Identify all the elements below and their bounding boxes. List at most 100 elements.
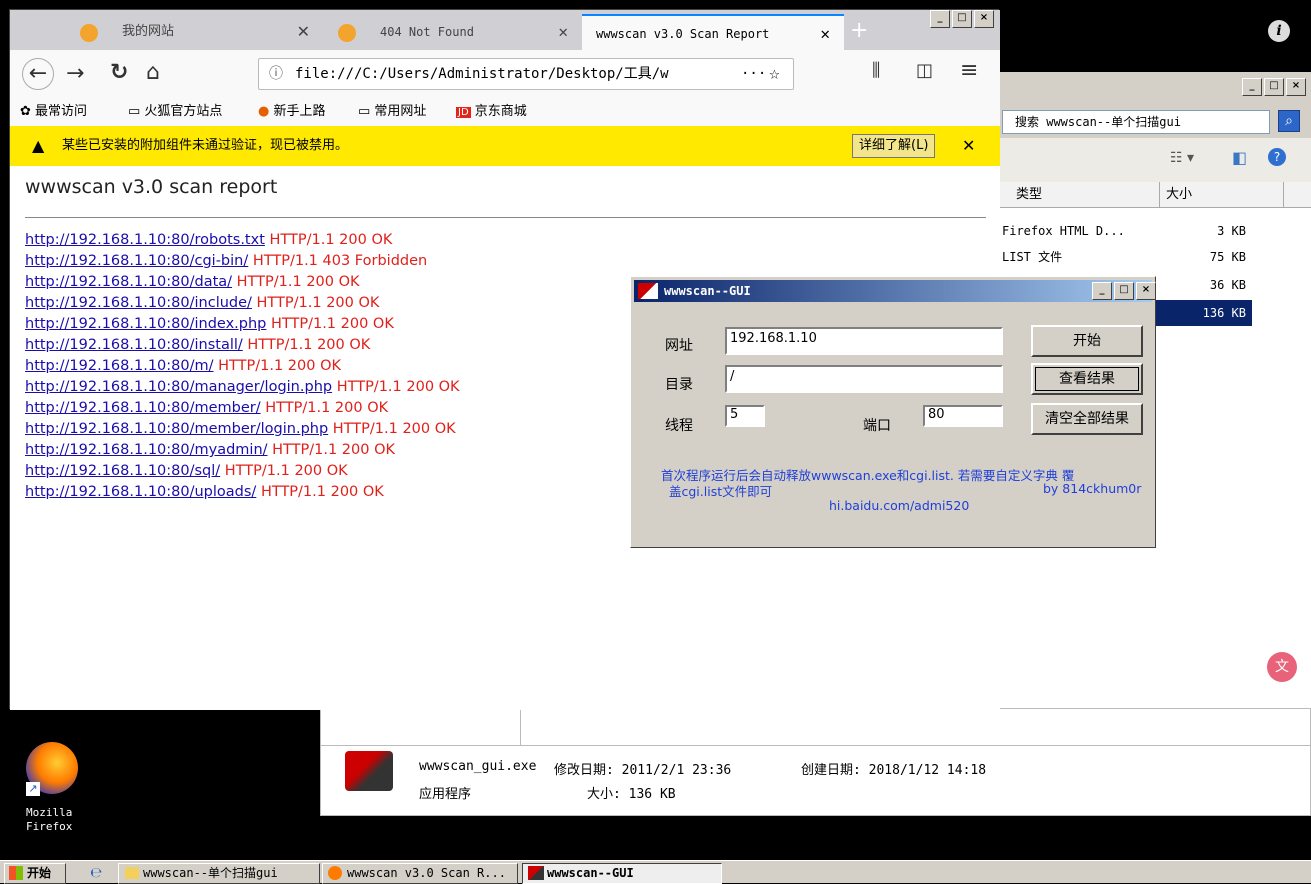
result-link[interactable]: http://192.168.1.10:80/sql/ bbox=[25, 463, 220, 479]
bookmark-firefox-site[interactable]: ▭ 火狐官方站点 bbox=[128, 98, 222, 126]
tab-label: 404 Not Found bbox=[380, 25, 474, 39]
nav-toolbar: ← → ↻ ⌂ ⓘ file:///C:/Users/Administrator… bbox=[10, 50, 1000, 98]
tab-scan-report[interactable]: wwwscan v3.0 Scan Report ✕ bbox=[582, 14, 844, 50]
tab-404[interactable]: 404 Not Found ✕ bbox=[324, 14, 582, 50]
result-link[interactable]: http://192.168.1.10:80/index.php bbox=[25, 316, 266, 332]
explorer-window-buttons: _ □ × bbox=[1242, 78, 1306, 96]
new-tab-icon[interactable]: + bbox=[850, 18, 868, 43]
ie-quicklaunch-icon[interactable]: ℮ bbox=[90, 865, 102, 881]
result-link[interactable]: http://192.168.1.10:80/cgi-bin/ bbox=[25, 253, 248, 269]
close-notice-icon[interactable]: ✕ bbox=[962, 126, 975, 166]
task-explorer[interactable]: wwwscan--单个扫描gui bbox=[118, 863, 320, 884]
nav-pane-fragment bbox=[321, 709, 521, 745]
result-link[interactable]: http://192.168.1.10:80/m/ bbox=[25, 358, 214, 374]
bookmark-getting-started[interactable]: ● 新手上路 bbox=[258, 98, 326, 126]
result-link[interactable]: http://192.168.1.10:80/robots.txt bbox=[25, 232, 265, 248]
result-link[interactable]: http://192.168.1.10:80/install/ bbox=[25, 337, 243, 353]
result-status: HTTP/1.1 200 OK bbox=[256, 295, 380, 311]
maximize-button[interactable]: □ bbox=[952, 10, 972, 28]
maximize-button[interactable]: □ bbox=[1264, 78, 1284, 96]
close-button[interactable]: × bbox=[974, 10, 994, 28]
result-line: http://192.168.1.10:80/m/ HTTP/1.1 200 O… bbox=[25, 356, 341, 377]
result-link[interactable]: http://192.168.1.10:80/include/ bbox=[25, 295, 252, 311]
result-status: HTTP/1.1 200 OK bbox=[265, 400, 389, 416]
result-link[interactable]: http://192.168.1.10:80/member/ bbox=[25, 400, 261, 416]
close-tab-icon[interactable]: ✕ bbox=[558, 14, 568, 50]
result-link[interactable]: http://192.168.1.10:80/myadmin/ bbox=[25, 442, 268, 458]
preview-pane-icon[interactable]: ◧ bbox=[1232, 148, 1247, 167]
port-input[interactable]: 80 bbox=[923, 405, 1003, 427]
tab-my-site[interactable]: 我的网站 ✕ bbox=[66, 14, 324, 50]
page-actions-icon[interactable]: ··· bbox=[735, 59, 773, 89]
result-line: http://192.168.1.10:80/manager/login.php… bbox=[25, 377, 460, 398]
search-icon[interactable]: ⌕ bbox=[1278, 110, 1300, 132]
minimize-button[interactable]: _ bbox=[1242, 78, 1262, 96]
minimize-button[interactable]: _ bbox=[930, 10, 950, 28]
start-button[interactable]: 开始 bbox=[4, 863, 66, 884]
divider bbox=[321, 745, 1311, 746]
desktop-icon-label-2: Firefox bbox=[26, 820, 73, 833]
warning-icon: ▲ bbox=[32, 136, 45, 155]
bookmark-common-sites[interactable]: ▭ 常用网址 bbox=[358, 98, 426, 126]
firefox-icon: ● bbox=[258, 104, 270, 119]
search-input[interactable]: 搜索 wwwscan--单个扫描gui bbox=[1002, 110, 1270, 134]
task-wwwscan-gui[interactable]: wwwscan--GUI bbox=[522, 863, 722, 884]
result-link[interactable]: http://192.168.1.10:80/data/ bbox=[25, 274, 232, 290]
file-row[interactable]: Firefox HTML D... 3 KB bbox=[1002, 218, 1252, 244]
result-status: HTTP/1.1 200 OK bbox=[247, 337, 371, 353]
minimize-button[interactable]: _ bbox=[1092, 282, 1112, 300]
note-line-2: 盖cgi.list文件即可 bbox=[669, 484, 773, 499]
info-icon[interactable]: i bbox=[1268, 20, 1290, 42]
close-button[interactable]: × bbox=[1286, 78, 1306, 96]
result-line: http://192.168.1.10:80/index.php HTTP/1.… bbox=[25, 314, 394, 335]
column-type[interactable]: 类型 bbox=[1010, 182, 1160, 208]
result-status: HTTP/1.1 200 OK bbox=[260, 484, 384, 500]
page-info-icon[interactable]: ⓘ bbox=[269, 59, 283, 89]
menu-icon[interactable]: ≡ bbox=[960, 58, 978, 83]
gui-window-buttons: _ □ × bbox=[1092, 282, 1156, 300]
file-type: LIST 文件 bbox=[1002, 250, 1063, 264]
close-tab-icon[interactable]: ✕ bbox=[297, 14, 310, 50]
details-modified: 修改日期: 2011/2/1 23:36 bbox=[554, 763, 732, 778]
result-link[interactable]: http://192.168.1.10:80/member/login.php bbox=[25, 421, 328, 437]
reload-icon[interactable]: ↻ bbox=[110, 60, 128, 85]
desktop-firefox-shortcut[interactable]: ↗ Mozilla Firefox bbox=[22, 742, 82, 838]
forward-icon[interactable]: → bbox=[66, 61, 84, 86]
clear-results-button[interactable]: 清空全部结果 bbox=[1031, 403, 1143, 435]
tab-label: 我的网站 bbox=[122, 24, 175, 39]
url-input[interactable]: 192.168.1.10 bbox=[725, 327, 1003, 355]
bookmark-star-icon[interactable]: ☆ bbox=[769, 59, 780, 89]
url-label: 网址 bbox=[665, 338, 693, 354]
file-row[interactable]: LIST 文件 75 KB bbox=[1002, 244, 1252, 270]
bookmark-jd[interactable]: JD 京东商城 bbox=[456, 98, 527, 127]
bookmark-most-visited[interactable]: ✿ 最常访问 bbox=[20, 98, 87, 126]
taskbar: 开始 ℮ wwwscan--单个扫描gui wwwscan v3.0 Scan … bbox=[0, 860, 1311, 884]
result-link[interactable]: http://192.168.1.10:80/uploads/ bbox=[25, 484, 256, 500]
dir-input[interactable]: / bbox=[725, 365, 1003, 393]
library-icon[interactable]: ⫼ bbox=[872, 60, 880, 81]
explorer-toolbar: ☷ ▾ ◧ ? bbox=[990, 138, 1311, 182]
sidebar-icon[interactable]: ◫ bbox=[916, 60, 933, 81]
view-options-icon[interactable]: ☷ ▾ bbox=[1170, 150, 1194, 166]
start-button[interactable]: 开始 bbox=[1031, 325, 1143, 357]
gui-titlebar[interactable]: wwwscan--GUI _ □ × bbox=[634, 280, 1156, 302]
translate-icon[interactable]: 文 bbox=[1267, 652, 1297, 682]
maximize-button[interactable]: □ bbox=[1114, 282, 1134, 300]
result-line: http://192.168.1.10:80/cgi-bin/ HTTP/1.1… bbox=[25, 251, 427, 272]
close-button[interactable]: × bbox=[1136, 282, 1156, 300]
task-firefox[interactable]: wwwscan v3.0 Scan R... bbox=[322, 863, 518, 884]
back-icon[interactable]: ← bbox=[22, 58, 54, 90]
url-bar[interactable]: ⓘ file:///C:/Users/Administrator/Desktop… bbox=[258, 58, 794, 90]
learn-more-button[interactable]: 详细了解(L) bbox=[852, 134, 936, 158]
warning-text: 某些已安装的附加组件未通过验证，现已被禁用。 bbox=[62, 138, 349, 153]
threads-input[interactable]: 5 bbox=[725, 405, 765, 427]
result-link[interactable]: http://192.168.1.10:80/manager/login.php bbox=[25, 379, 332, 395]
column-size[interactable]: 大小 bbox=[1160, 182, 1284, 208]
home-icon[interactable]: ⌂ bbox=[146, 60, 160, 85]
view-results-button[interactable]: 查看结果 bbox=[1031, 363, 1143, 395]
help-icon[interactable]: ? bbox=[1268, 148, 1286, 166]
jd-icon: JD bbox=[456, 107, 471, 118]
result-status: HTTP/1.1 200 OK bbox=[269, 232, 393, 248]
close-tab-icon[interactable]: ✕ bbox=[820, 16, 830, 52]
result-status: HTTP/1.1 200 OK bbox=[332, 421, 456, 437]
